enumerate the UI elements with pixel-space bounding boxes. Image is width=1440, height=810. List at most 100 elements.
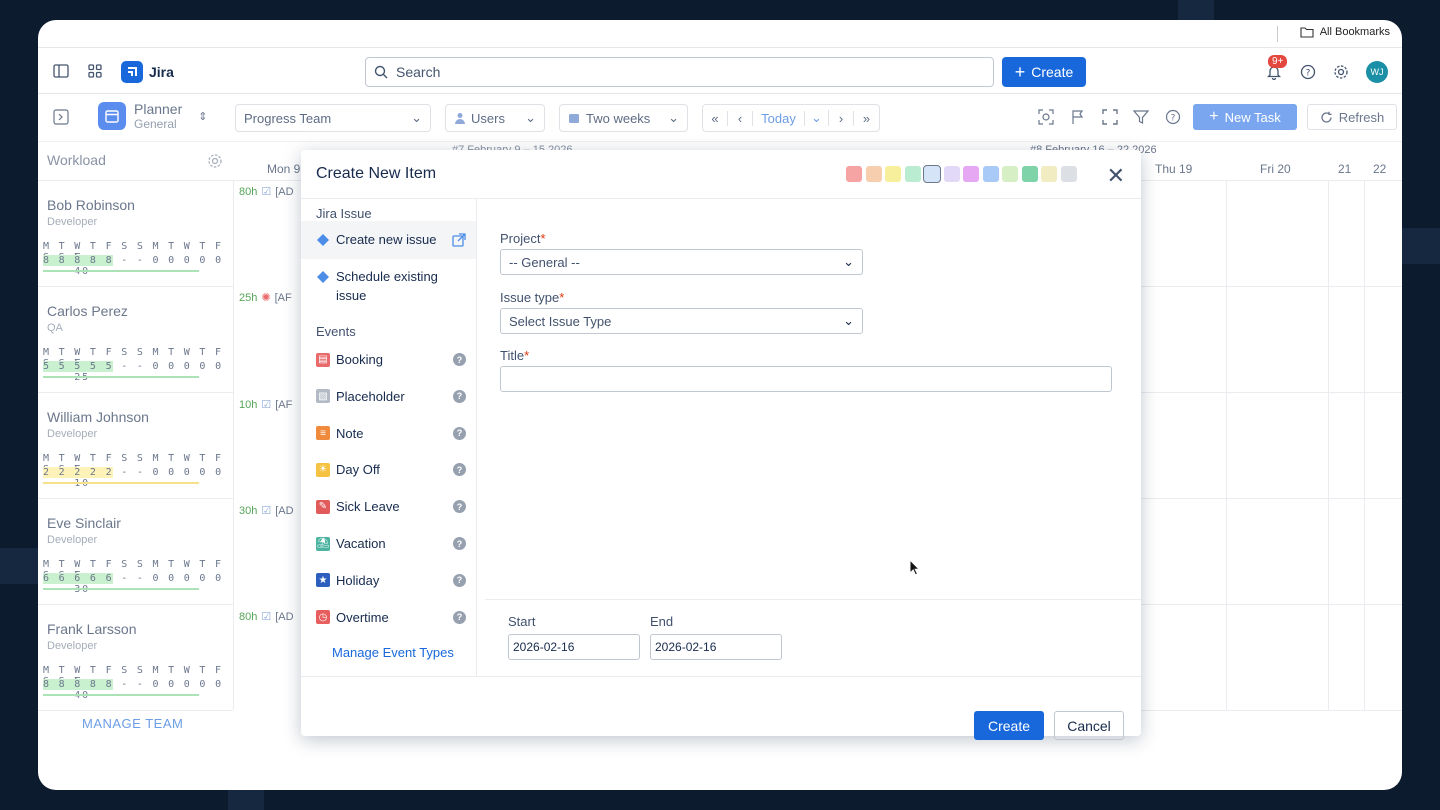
title-input[interactable] [500,366,1112,392]
color-swatch[interactable] [1002,166,1018,182]
manage-team-link[interactable]: MANAGE TEAM [82,716,183,731]
chevron-right-icon[interactable]: › [829,110,854,126]
help-circle-icon[interactable]: ? [1162,106,1184,128]
color-swatch[interactable] [885,166,901,182]
workload-hours: 8 8 8 8 8 [43,255,114,266]
filter-icon[interactable] [1130,106,1152,128]
create-button[interactable]: + Create [1002,57,1086,87]
grid-row-line [1141,286,1402,287]
color-swatch[interactable] [923,165,941,183]
color-swatch[interactable] [1041,166,1057,182]
chevron-down-icon[interactable]: ⌄ [805,110,829,126]
event-type-label: Day Off [336,462,380,478]
planner-selector[interactable]: Planner General ⇕ [98,101,207,131]
required-marker: * [559,290,565,305]
color-swatch[interactable] [904,166,921,182]
team-member-row[interactable]: Carlos Perez QA M T W T F S S M T W T F … [38,287,233,393]
refresh-label: Refresh [1338,109,1385,125]
today-button[interactable]: Today [753,110,805,126]
team-select[interactable]: Progress Team ⌄ [235,104,431,132]
checkbox-icon: ☑ [261,399,272,411]
task-chip[interactable]: 80h ☑ [AD [239,610,294,624]
task-chip[interactable]: 30h ☑ [AD [239,504,294,518]
help-icon[interactable]: ? [453,389,466,403]
color-swatch[interactable] [982,166,999,182]
workload-settings-gear-icon[interactable] [204,150,226,172]
browser-window: All Bookmarks Jira Search + Create 9+ ? … [38,20,1402,790]
double-chevron-right-icon[interactable]: » [854,111,879,126]
cancel-button[interactable]: Cancel [1054,711,1124,740]
task-key: [AD [275,504,294,517]
event-type-holiday[interactable]: ★ Holiday? [316,573,466,588]
close-icon[interactable]: ✕ [1107,163,1125,189]
task-chip[interactable]: 10h ☑ [AF [239,398,293,412]
app-switcher-icon[interactable] [84,60,106,82]
workload-values: 8 8 8 8 8 - - 0 0 0 0 0 - - 40 [43,255,233,277]
chevron-left-icon[interactable]: ‹ [728,110,753,126]
issue-type-select[interactable]: Select Issue Type ⌄ [500,308,863,334]
help-icon[interactable]: ? [453,573,466,587]
jira-logo[interactable]: Jira [121,61,174,83]
color-swatch[interactable] [963,166,979,182]
help-icon[interactable]: ? [453,610,466,624]
task-key: [AF [275,398,293,411]
jira-mark-icon [121,61,143,83]
new-task-button[interactable]: + New Task [1193,104,1297,130]
event-type-booking[interactable]: ▤ Booking? [316,352,466,367]
create-new-issue-item[interactable]: Create new issue [316,232,466,247]
range-select[interactable]: Two weeks ⌄ [559,104,688,132]
note-icon: ≡ [316,426,330,441]
checkbox-icon: ☑ [261,505,272,517]
sun-icon: ☀ [316,462,330,477]
task-chip[interactable]: 80h ☑ [AD [239,185,294,199]
refresh-button[interactable]: Refresh [1307,104,1397,130]
event-type-day-off[interactable]: ☀ Day Off? [316,462,466,477]
help-icon[interactable]: ? [453,463,466,477]
help-icon[interactable]: ? [453,537,466,550]
end-date-input[interactable]: 2026-02-16 [650,634,782,660]
manage-event-types-link[interactable]: Manage Event Types [332,645,454,660]
day-header-thu: Thu 19 [1155,162,1193,176]
sidebar-toggle-icon[interactable] [50,60,72,82]
color-swatch[interactable] [1021,166,1038,182]
team-member-row[interactable]: Eve Sinclair Developer M T W T F S S M T… [38,499,233,605]
flag-icon[interactable] [1067,106,1089,128]
users-select[interactable]: Users ⌄ [445,104,545,132]
color-swatch[interactable] [1060,166,1077,182]
event-type-placeholder[interactable]: ▧ Placeholder? [316,389,466,404]
team-member-row[interactable]: William Johnson Developer M T W T F S S … [38,393,233,499]
workload-title: Workload [47,152,106,168]
create-submit-button[interactable]: Create [974,711,1044,740]
help-icon[interactable]: ? [453,426,466,440]
external-link-icon[interactable] [452,232,466,247]
project-select[interactable]: -- General -- ⌄ [500,249,863,275]
fullscreen-icon[interactable] [1099,106,1121,128]
double-chevron-left-icon[interactable]: « [703,110,728,126]
event-type-vacation[interactable]: ⛱ Vacation? [316,536,466,551]
start-date-input[interactable]: 2026-02-16 [508,634,640,660]
team-member-row[interactable]: Bob Robinson Developer M T W T F S S M T… [38,181,233,287]
color-swatch[interactable] [865,166,882,182]
event-type-sick-leave[interactable]: ✎ Sick Leave? [316,499,466,514]
help-icon[interactable]: ? [453,500,466,514]
search-input[interactable]: Search [365,57,994,87]
event-type-label: Note [336,425,364,441]
help-icon[interactable]: ? [453,353,466,366]
task-chip[interactable]: 25h ✺ [AF [239,291,292,305]
color-swatch[interactable] [846,166,862,182]
schedule-existing-issue-item[interactable]: Schedule existing issue [316,269,466,305]
focus-icon[interactable] [1035,106,1057,128]
event-type-overtime[interactable]: ◷ Overtime? [316,610,466,625]
section-jira-issue: Jira Issue [316,206,372,221]
team-member-row[interactable]: Frank Larsson Developer M T W T F S S M … [38,605,233,711]
help-icon[interactable]: ? [1297,61,1319,83]
user-avatar[interactable]: WJ [1366,61,1388,83]
plus-icon: + [1209,108,1219,125]
settings-gear-icon[interactable] [1330,61,1352,83]
color-swatch[interactable] [943,166,960,182]
event-type-note[interactable]: ≡ Note? [316,426,466,441]
task-key: [AD [275,610,294,623]
workload-hours: 2 2 2 2 2 [43,467,114,478]
all-bookmarks-button[interactable]: All Bookmarks [1300,26,1390,38]
expand-panel-icon[interactable] [50,106,72,128]
